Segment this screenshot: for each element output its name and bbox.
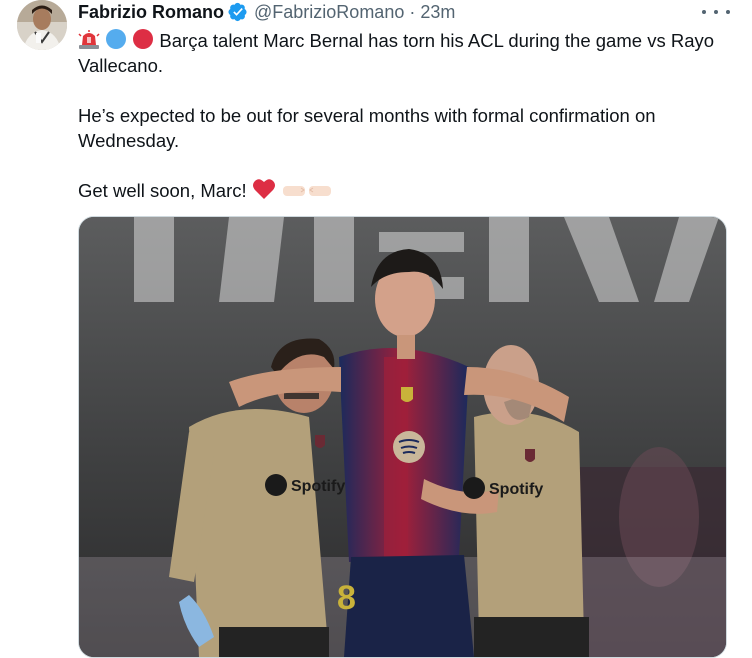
- avatar[interactable]: [17, 0, 67, 50]
- separator-dot: ·: [409, 2, 416, 22]
- tweet-header: Fabrizio Romano @FabrizioRomano · 23m: [78, 2, 455, 22]
- svg-text:8: 8: [337, 579, 356, 617]
- tweet-line-1: Barça talent Marc Bernal has torn his AC…: [78, 30, 715, 76]
- tweet-line-3: Get well soon, Marc!: [78, 180, 247, 201]
- author-handle[interactable]: @FabrizioRomano: [254, 2, 404, 22]
- fist-bump-emoji: [282, 186, 331, 196]
- verified-badge-icon: [228, 2, 247, 22]
- red-circle-emoji: [133, 29, 154, 49]
- tweet: Fabrizio Romano @FabrizioRomano · 23m Ba…: [0, 0, 752, 658]
- police-light-emoji: [78, 30, 100, 49]
- tweet-paragraph-1: Barça talent Marc Bernal has torn his AC…: [78, 28, 718, 78]
- photo-football-player-helped-off: Spotify Spotify 8: [79, 217, 726, 657]
- tweet-line-2: He’s expected to be out for several mont…: [78, 105, 656, 151]
- blue-circle-emoji: [106, 29, 127, 49]
- sponsor-text-right: Spotify: [489, 481, 543, 498]
- red-heart-emoji: [252, 179, 275, 199]
- avatar-photo: [17, 0, 67, 50]
- more-options-icon[interactable]: [702, 4, 730, 20]
- spotify-logo-player: [393, 431, 425, 463]
- tweet-text: Barça talent Marc Bernal has torn his AC…: [78, 28, 718, 203]
- tweet-media-photo[interactable]: Spotify Spotify 8: [78, 216, 727, 658]
- timestamp[interactable]: 23m: [420, 2, 455, 22]
- sponsor-text-left: Spotify: [291, 478, 345, 495]
- author-name[interactable]: Fabrizio Romano: [78, 2, 224, 22]
- tweet-paragraph-3: Get well soon, Marc!: [78, 178, 718, 203]
- tweet-paragraph-2: He’s expected to be out for several mont…: [78, 103, 718, 153]
